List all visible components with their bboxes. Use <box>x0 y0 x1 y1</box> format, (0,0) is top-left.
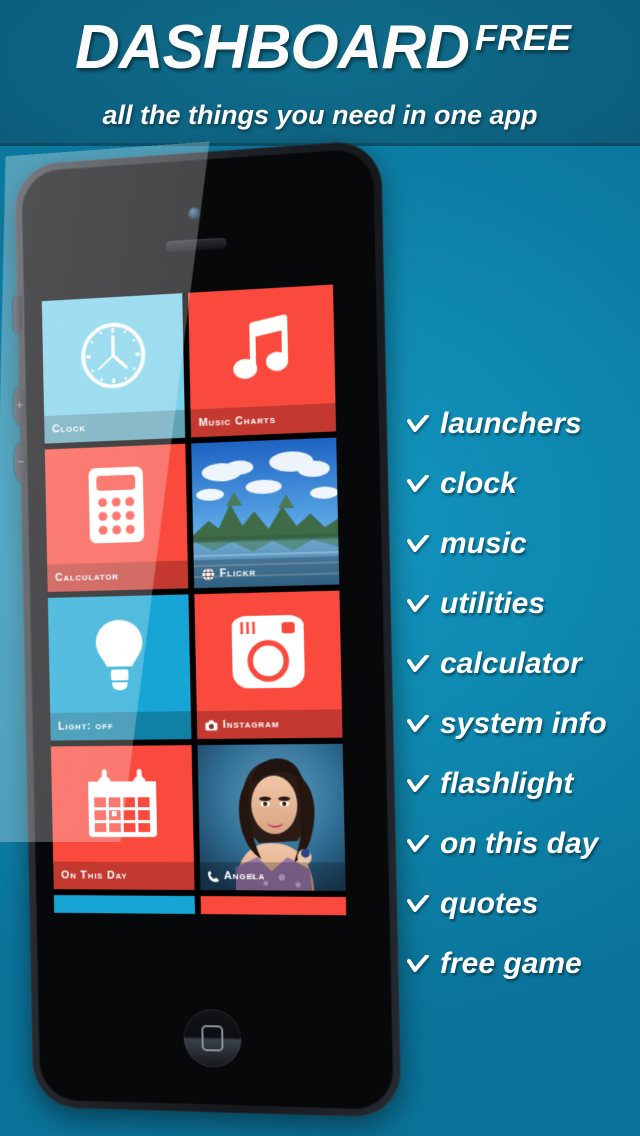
instagram-mini-icon <box>205 719 218 731</box>
feature-label: quotes <box>440 887 539 920</box>
app-store-screenshot: DASHBOARD FREE all the things you need in… <box>0 0 640 1136</box>
tile-label: Clock <box>44 409 186 444</box>
feature-item: launchers <box>404 394 640 454</box>
subtitle: all the things you need in one app <box>102 100 538 130</box>
tile-label: Angela <box>199 862 346 891</box>
front-camera-icon <box>188 207 201 220</box>
tile-angela[interactable]: Angela <box>197 743 346 891</box>
feature-item: utilities <box>404 574 640 634</box>
check-icon <box>404 955 432 973</box>
tile-flickr[interactable]: Flickr <box>191 437 340 589</box>
tile-label-text: Music Charts <box>198 413 277 430</box>
tile-partial-left[interactable] <box>53 895 196 916</box>
feature-item: calculator <box>404 634 640 694</box>
page-title: DASHBOARD <box>74 13 470 82</box>
earpiece-speaker-icon <box>165 237 227 253</box>
feature-item: free game <box>404 934 640 994</box>
check-icon <box>404 715 432 733</box>
free-badge: FREE <box>474 17 571 58</box>
feature-label: music <box>440 527 527 560</box>
tile-label: Calculator <box>47 560 189 593</box>
tile-row: On This Day Angela <box>50 743 346 891</box>
feature-label: on this day <box>440 827 599 860</box>
check-icon <box>404 895 432 913</box>
tile-label: On This Day <box>53 861 195 890</box>
tile-on-this-day[interactable]: On This Day <box>50 745 195 890</box>
title-row: DASHBOARD FREE <box>0 12 640 83</box>
feature-label: calculator <box>440 647 582 680</box>
music-note-icon <box>188 285 335 411</box>
feature-label: free game <box>440 947 582 980</box>
feature-label: utilities <box>440 587 546 620</box>
check-icon <box>404 535 432 553</box>
silent-switch[interactable] <box>13 295 23 334</box>
tile-row: Clock Music Charts <box>41 284 337 444</box>
tile-instagram[interactable]: Instagram <box>194 590 343 740</box>
globe-icon <box>202 567 215 581</box>
tile-music-charts[interactable]: Music Charts <box>188 284 337 438</box>
check-icon <box>404 415 432 433</box>
volume-up-button[interactable]: + <box>13 385 27 426</box>
feature-item: quotes <box>404 874 640 934</box>
calendar-icon <box>51 745 194 863</box>
app-screen: Clock Music Charts Calculator Flickr Lig… <box>41 284 347 916</box>
feature-item: music <box>404 514 640 574</box>
tile-label: Flickr <box>193 556 340 589</box>
home-button[interactable] <box>183 1008 242 1069</box>
tile-light[interactable]: Light: off <box>47 594 192 741</box>
tile-label-text: On This Day <box>61 869 128 882</box>
tile-partial-right[interactable] <box>200 896 347 916</box>
check-icon <box>404 775 432 793</box>
tile-label: Music Charts <box>190 403 337 438</box>
tile-clock[interactable]: Clock <box>41 293 186 444</box>
tile-label: Instagram <box>196 709 343 740</box>
tile-label-text: Instagram <box>222 718 280 731</box>
feature-label: launchers <box>440 407 582 440</box>
check-icon <box>404 655 432 673</box>
tile-row: Light: off Instagram <box>47 590 343 741</box>
phone-screen-bezel: Clock Music Charts Calculator Flickr Lig… <box>21 146 395 1111</box>
tile-label-text: Angela <box>223 870 266 883</box>
feature-item: system info <box>404 694 640 754</box>
tile-row: Calculator Flickr <box>44 437 340 593</box>
tile-calculator[interactable]: Calculator <box>44 443 189 593</box>
tile-grid: Clock Music Charts Calculator Flickr Lig… <box>41 284 347 916</box>
feature-item: flashlight <box>404 754 640 814</box>
feature-item: on this day <box>404 814 640 874</box>
check-icon <box>404 835 432 853</box>
tile-row-partial <box>53 895 347 916</box>
check-icon <box>404 475 432 493</box>
lightbulb-icon <box>48 594 191 714</box>
feature-label: clock <box>440 467 517 500</box>
feature-label: system info <box>440 707 607 740</box>
instagram-icon <box>194 591 342 713</box>
tile-label-text: Light: off <box>57 720 114 733</box>
feature-label: flashlight <box>440 767 574 800</box>
tile-label-text: Clock <box>51 422 86 436</box>
phone-mockup: + − Clock Music Charts Calculator Flickr… <box>18 152 402 1118</box>
tile-label-text: Flickr <box>219 566 257 580</box>
phone-body: + − Clock Music Charts Calculator Flickr… <box>13 139 402 1118</box>
feature-list: launchers clock music utilities calculat… <box>404 394 640 994</box>
header-banner: DASHBOARD FREE all the things you need in… <box>0 0 640 146</box>
clock-icon <box>42 293 185 417</box>
home-square-icon <box>201 1025 224 1052</box>
feature-item: clock <box>404 454 640 514</box>
tile-label: Light: off <box>50 711 192 741</box>
calculator-icon <box>45 444 188 566</box>
check-icon <box>404 595 432 613</box>
tile-label-text: Calculator <box>54 570 119 584</box>
phone-icon <box>207 870 220 883</box>
volume-down-button[interactable]: − <box>14 442 28 483</box>
